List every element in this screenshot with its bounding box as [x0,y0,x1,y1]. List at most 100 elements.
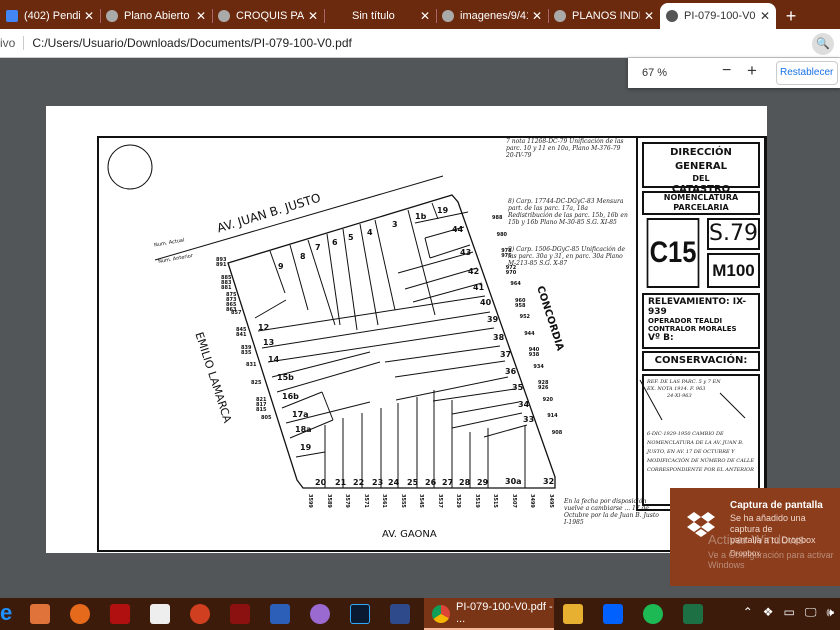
cons-note: REF. DE LAS PARC. 5 y 7 EN [647,379,721,385]
nomenclature-line: NOMENCLATURA [663,193,739,202]
globe-icon [106,10,118,22]
acrobat-icon[interactable] [110,604,130,624]
house-number: 972 970 [505,264,517,276]
lot-number: 5 [348,233,354,242]
house-number: 934 [533,363,544,370]
new-tab-button[interactable]: + [776,3,806,29]
tab-sin-titulo[interactable]: Sin título ✕ [324,3,436,29]
close-tab-icon[interactable]: ✕ [420,9,430,23]
section-box: S.79 [707,218,760,250]
word-icon[interactable] [270,604,290,624]
lot-number: 6 [332,238,338,247]
block-box: M100 [707,253,760,288]
house-number: 821 817 815 [256,397,267,413]
house-number: 3495 [547,494,554,508]
network-icon[interactable]: 🖵 [805,605,817,620]
lot-number: 38 [493,333,505,342]
excel-icon[interactable] [683,604,703,624]
lot-number: 19 [300,443,312,452]
house-number: 920 [542,396,554,403]
taskbar-window-label: PI-079-100-V0.pdf - ... [456,601,553,625]
edge-icon[interactable]: e [0,600,20,625]
lot-number: 37 [500,350,512,359]
cons-note: 24-XI-963 [667,393,692,399]
house-number: 940 938 [528,347,540,358]
house-number: 825 [251,379,262,386]
dropbox-notification[interactable]: Activar Windows Ve a Configuración para … [670,488,840,586]
toast-title: Captura de pantalla [730,500,823,511]
lot-number: 32 [543,477,555,486]
close-tab-icon[interactable]: ✕ [532,9,542,23]
zoom-in-button[interactable]: + [747,61,757,81]
house-number: 857 [231,309,242,316]
org-line: DIRECCIÓN GENERAL [670,147,732,172]
lot-number: 1b [415,212,427,221]
close-tab-icon[interactable]: ✕ [84,9,94,23]
tab-imagenes[interactable]: imagenes/9/41 ✕ [436,3,548,29]
url-text[interactable]: C:/Users/Usuario/Downloads/Documents/PI-… [32,36,351,50]
chevron-up-icon[interactable]: ⌃ [743,605,753,620]
org-line: DEL [692,174,710,183]
globe-icon [666,10,678,22]
app-icon-2[interactable] [390,604,410,624]
lot-number: 8 [300,252,306,261]
lot-number: 3 [392,220,398,229]
house-number: 980 [496,231,508,238]
taskbar-chrome-window[interactable]: PI-079-100-V0.pdf - ... [424,598,554,630]
chrome-icon [432,605,450,623]
lot-number: 30a [505,477,522,486]
lot-number: 4 [367,228,373,237]
battery-icon[interactable]: ▭ [784,605,795,620]
survey-box: RELEVAMIENTO: IX-939 OPERADOR TEALDI CON… [642,293,760,349]
system-tray: ⌃ ❖ ▭ 🖵 🕪 [743,605,834,620]
zoom-out-button[interactable]: − [722,62,731,80]
lot-number: 36 [505,367,517,376]
lot-number: 25 [407,478,419,487]
lot-number: 22 [353,478,365,487]
lot-number: 20 [315,478,327,487]
app-icon[interactable] [230,604,250,624]
globe-icon [218,10,230,22]
dropbox-tray-icon[interactable]: ❖ [763,605,774,620]
note-7: 7 nota 11268-DC-79 Unificación de las pa… [506,138,624,159]
globe-icon [554,10,566,22]
survey-line: RELEVAMIENTO: IX-939 [648,297,747,317]
address-bar[interactable]: ivo C:/Users/Usuario/Downloads/Documents… [0,29,840,58]
tab-croquis[interactable]: CROQUIS PARC✕ [212,3,324,29]
street-concordia: CONCORDIA [534,284,566,353]
photoshop-icon[interactable] [350,604,370,624]
close-tab-icon[interactable]: ✕ [308,9,318,23]
house-number: 831 [246,362,257,368]
street-av-gaona: AV. GAONA [382,529,437,540]
zoom-icon[interactable]: 🔍 [812,33,834,55]
house-number: 960 958 [515,297,526,309]
note-8: 8) Carp. 17744-DC-DGyC-83 Mensura part. … [508,198,628,226]
tab-plano-abierto[interactable]: Plano Abierto ✕ [100,3,212,29]
lot-number: 7 [315,243,321,252]
house-number: 914 [547,413,558,419]
house-number: 3555 [399,494,406,508]
lot-number: 19 [437,206,449,215]
lot-number: 17a [292,410,309,419]
tab-pendientes[interactable]: (402) Pendientes✕ [0,3,100,29]
close-tab-icon[interactable]: ✕ [644,9,654,23]
spotify-icon[interactable] [643,604,663,624]
file-explorer-icon[interactable] [563,604,583,624]
close-tab-icon[interactable]: ✕ [196,9,206,23]
tab-planos-indice[interactable]: PLANOS INDIC✕ [548,3,660,29]
house-number: 952 [519,314,531,320]
close-tab-icon[interactable]: ✕ [760,9,770,23]
lot-number: 16b [282,392,299,401]
store-icon[interactable] [150,604,170,624]
toast-body: pantalla a tu Dropbox [730,535,816,545]
ccleaner-icon[interactable] [190,604,210,624]
reset-zoom-button[interactable]: Restablecer [776,61,838,85]
volume-icon[interactable]: 🕪 [826,605,834,620]
nomenclature-box: NOMENCLATURA PARCELARIA [642,191,760,215]
whatsapp-icon[interactable] [30,604,50,624]
firefox-icon[interactable] [70,604,90,624]
picasa-icon[interactable] [310,604,330,624]
dropbox-taskbar-icon[interactable] [603,604,623,624]
lot-number: 43 [460,248,472,257]
tab-pi-079-100[interactable]: PI-079-100-V0 ✕ [660,3,776,29]
